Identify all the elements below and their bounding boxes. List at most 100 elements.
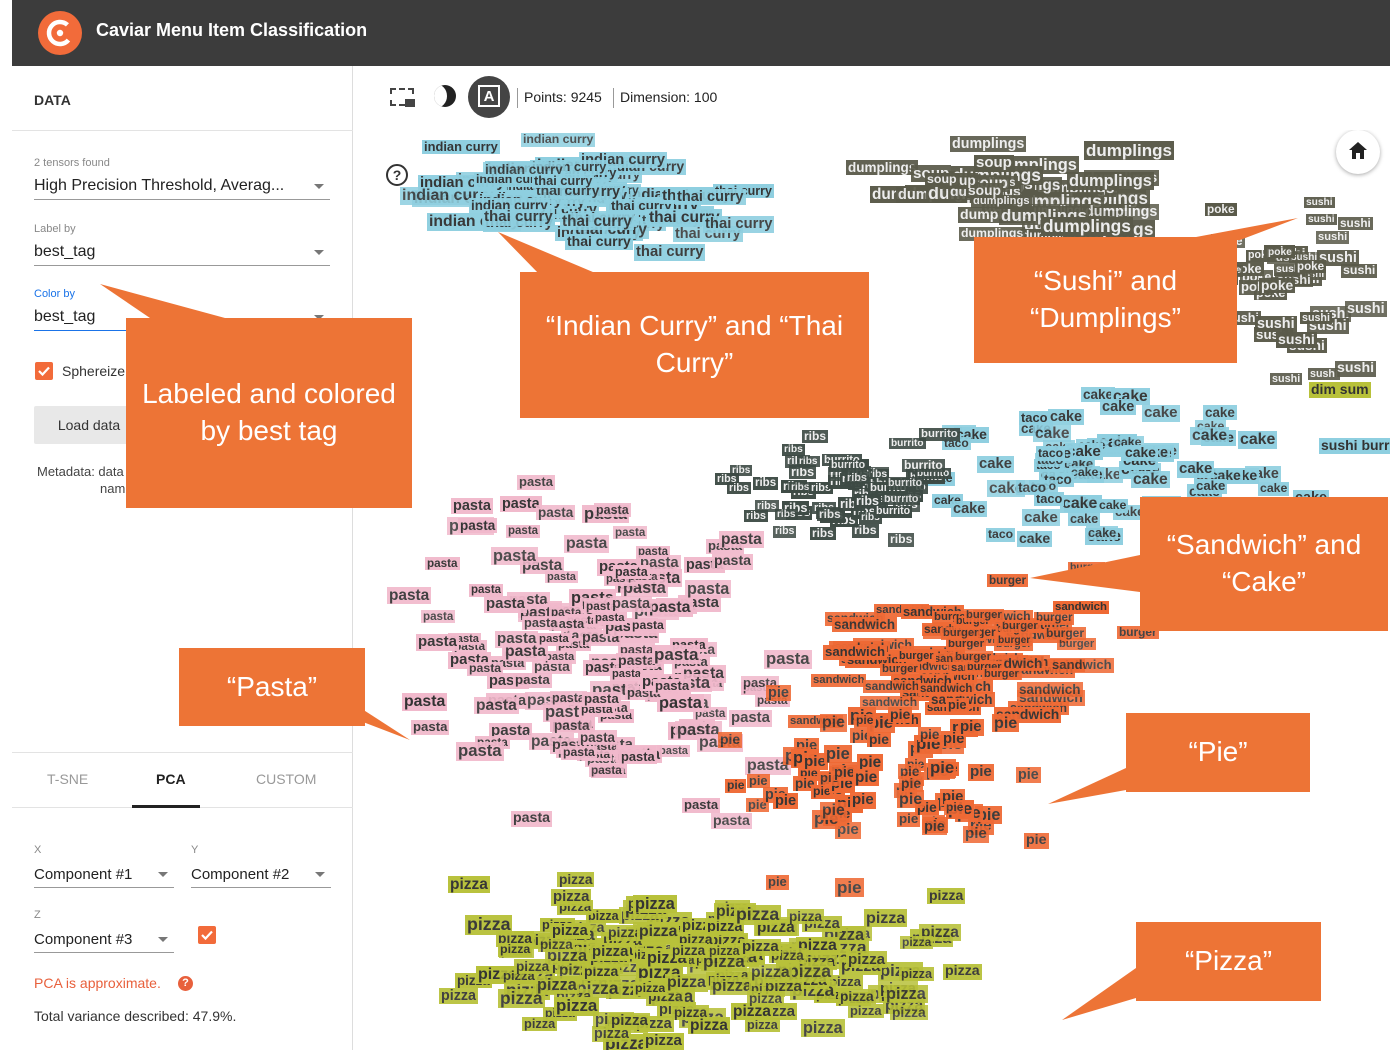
point-label: pasta	[458, 518, 498, 534]
dimension-count: Dimension: 100	[620, 89, 718, 105]
point-label: pasta	[610, 668, 643, 681]
point-label: pasta	[517, 474, 555, 490]
point-label: poke	[1259, 278, 1296, 294]
z-enable-checkbox[interactable]	[198, 926, 216, 944]
point-label: burrito	[829, 459, 868, 472]
point-label: pizza	[633, 981, 668, 996]
point-label: thai curry	[634, 244, 706, 261]
point-label: cake	[1177, 460, 1215, 478]
point-label: pasta	[543, 651, 577, 664]
toolbar-divider	[613, 88, 614, 108]
label-mode-icon[interactable]: A	[468, 76, 510, 118]
chevron-down-icon	[314, 184, 324, 189]
point-label: pizza	[439, 988, 478, 1004]
point-label: ribs	[775, 509, 798, 521]
point-label: burrito	[886, 477, 925, 490]
point-label: pasta	[536, 505, 576, 521]
point-label: burger	[964, 609, 1004, 622]
point-label: sandwich	[1017, 682, 1083, 698]
point-label: pie	[918, 727, 942, 742]
tab-pca[interactable]: PCA	[156, 771, 186, 787]
point-label: sushi burrito	[1319, 437, 1390, 454]
bounding-box-select-icon[interactable]	[390, 88, 415, 107]
point-label: ribs	[810, 526, 836, 541]
label-by-select[interactable]: best_tag	[34, 238, 330, 266]
point-label: dumplings	[950, 136, 1027, 152]
point-label: sandwich	[823, 644, 888, 660]
point-label: pasta	[564, 535, 610, 553]
point-label: pasta	[630, 618, 666, 633]
point-label: cake	[1203, 405, 1237, 420]
point-label: pasta	[647, 599, 693, 617]
point-label: ribs	[753, 477, 779, 490]
z-component-value: Component #3	[34, 931, 133, 948]
z-component-select[interactable]: Component #3	[34, 925, 174, 953]
tensors-found-label: 2 tensors found	[34, 157, 110, 169]
point-label: pizza	[890, 1005, 928, 1021]
callout-pizza: “Pizza”	[1136, 922, 1321, 1001]
point-label: pie	[718, 731, 743, 748]
point-label: burger	[941, 627, 981, 640]
point-label: taco	[986, 527, 1016, 542]
help-icon[interactable]: ?	[178, 976, 193, 991]
point-label: sandwich	[918, 683, 975, 696]
point-label: pasta	[506, 525, 541, 538]
point-label: sandwich	[832, 617, 898, 632]
point-label: taco	[1019, 410, 1050, 426]
point-label: pasta	[719, 531, 764, 549]
app-window: Caviar Menu Item Classification DATA 2 t…	[0, 0, 1400, 1050]
point-label: pie	[725, 778, 747, 793]
point-label: burger	[982, 668, 1021, 681]
point-label: burger	[953, 651, 994, 664]
point-label: dim sum	[1309, 381, 1371, 398]
tensor-select[interactable]: High Precision Threshold, Averag...	[34, 172, 330, 200]
point-label: pie	[963, 825, 989, 843]
point-label: ribs	[773, 525, 797, 538]
point-label: pasta	[467, 661, 504, 676]
x-component-select[interactable]: Component #1	[34, 860, 174, 888]
chevron-down-icon	[158, 872, 168, 877]
point-label: pizza	[670, 943, 708, 959]
points-count: Points: 9245	[524, 89, 602, 105]
point-label: pasta	[594, 503, 631, 517]
point-label: pizza	[633, 895, 677, 914]
point-label: pizza	[943, 963, 982, 980]
point-label: pie	[850, 791, 876, 809]
check-icon	[201, 930, 213, 941]
point-label: sushi	[1338, 216, 1373, 231]
point-label: sushi	[1316, 231, 1350, 244]
home-button[interactable]	[1336, 130, 1380, 174]
projector-toolbar: A Points: 9245 Dimension: 100	[354, 66, 1390, 130]
y-component-select[interactable]: Component #2	[191, 860, 331, 888]
tab-tsne[interactable]: T-SNE	[47, 771, 88, 787]
point-label: cake	[1060, 495, 1100, 513]
point-label: burger	[880, 663, 920, 676]
point-label: dumplings	[1067, 172, 1154, 191]
tab-custom[interactable]: CUSTOM	[256, 771, 316, 787]
point-label: soup	[925, 172, 959, 187]
point-label: sandwich	[811, 674, 867, 687]
point-label: pizza	[740, 938, 781, 956]
point-label: sushi	[1306, 214, 1337, 226]
sphereize-checkbox[interactable]	[35, 362, 53, 380]
point-label: pizza	[551, 889, 592, 906]
point-label: pasta	[685, 580, 732, 599]
point-label: pizza	[734, 904, 782, 925]
point-label: taco	[1016, 480, 1049, 496]
point-label: pasta	[451, 498, 493, 515]
point-label: poke	[1295, 260, 1327, 273]
night-mode-icon[interactable]	[434, 85, 456, 107]
point-label: sushi	[1255, 316, 1297, 333]
point-label: pie	[992, 714, 1020, 733]
point-label: pizza	[707, 944, 742, 958]
point-label: pizza	[801, 1019, 845, 1038]
label-by-label: Label by	[34, 223, 76, 235]
point-label: pie	[867, 732, 891, 748]
point-label: pie	[899, 775, 924, 792]
point-label: pizza	[884, 985, 928, 1004]
metadata-label: Metadata: data	[37, 464, 124, 479]
point-label: pasta	[729, 710, 772, 727]
point-label: cake	[1086, 526, 1119, 541]
pca-warning: PCA is approximate.	[34, 975, 161, 991]
point-label: ribs	[817, 507, 843, 522]
